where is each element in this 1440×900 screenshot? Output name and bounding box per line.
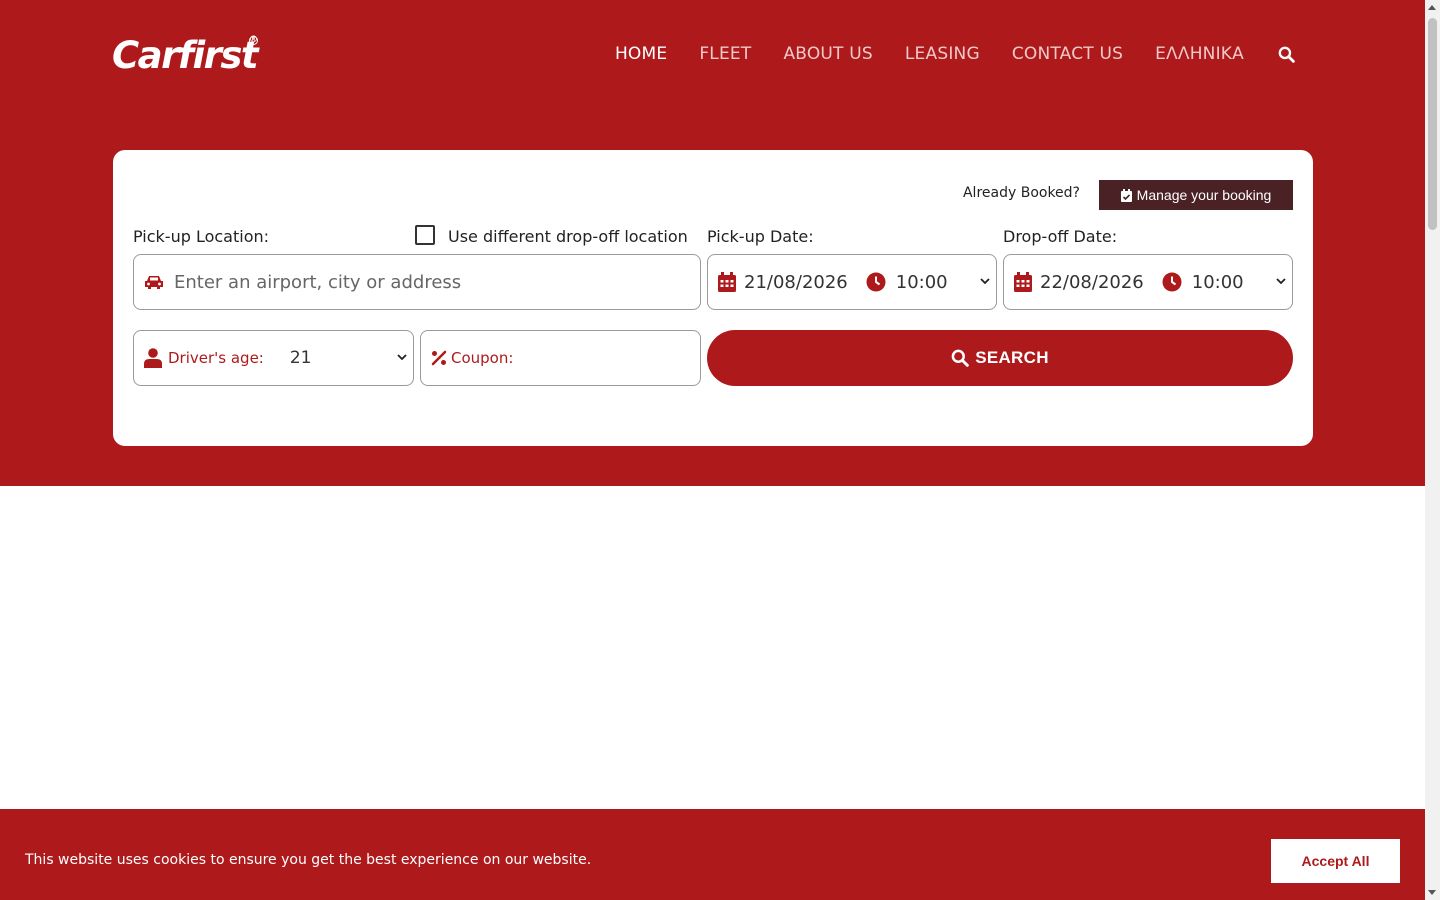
driver-age-label: Driver's age: <box>168 349 264 367</box>
cookie-text: This website uses cookies to ensure you … <box>25 852 592 868</box>
calendar-icon <box>718 272 736 292</box>
vertical-scrollbar[interactable] <box>1425 0 1440 900</box>
pickup-date-field[interactable]: 21/08/2026 10:00 <box>707 254 997 310</box>
dropoff-date-value[interactable]: 22/08/2026 <box>1040 272 1144 293</box>
search-icon <box>951 349 969 367</box>
main-nav: HOME FLEET ABOUT US LEASING CONTACT US Ε… <box>583 42 1295 66</box>
clock-icon <box>1162 272 1182 292</box>
clock-icon <box>866 272 886 292</box>
nav-about-us[interactable]: ABOUT US <box>783 44 872 64</box>
nav-contact-us[interactable]: CONTACT US <box>1012 44 1123 64</box>
hero-section: Carfirst ® HOME FLEET ABOUT US LEASING C… <box>0 0 1425 486</box>
scrollbar-thumb[interactable] <box>1428 18 1437 230</box>
already-booked-text: Already Booked? <box>962 185 1080 201</box>
nav-home[interactable]: HOME <box>615 44 667 64</box>
pickup-location-placeholder: Enter an airport, city or address <box>174 271 462 293</box>
different-dropoff-label[interactable]: Use different drop-off location <box>448 227 688 246</box>
pickup-location-input[interactable]: Enter an airport, city or address <box>133 254 701 310</box>
chevron-down-icon <box>1276 278 1286 285</box>
chevron-down-icon <box>980 278 990 285</box>
registered-mark: ® <box>249 35 258 45</box>
nav-fleet[interactable]: FLEET <box>699 44 751 64</box>
driver-age-select[interactable]: Driver's age: 21 <box>133 330 414 386</box>
pickup-time-select[interactable]: 10:00 <box>896 272 948 293</box>
percent-icon <box>431 350 447 366</box>
different-dropoff-checkbox[interactable] <box>415 225 435 245</box>
dropoff-date-label: Drop-off Date: <box>1003 227 1118 246</box>
user-icon <box>144 348 162 368</box>
cookie-banner: This website uses cookies to ensure you … <box>0 809 1425 900</box>
pickup-location-label: Pick-up Location: <box>133 227 270 246</box>
accept-all-button[interactable]: Accept All <box>1271 839 1400 883</box>
car-icon <box>145 276 163 289</box>
chevron-down-icon <box>397 354 407 361</box>
coupon-label: Coupon: <box>451 349 514 367</box>
manage-booking-label: Manage your booking <box>1136 187 1272 203</box>
booking-form: Already Booked? Manage your booking Pick… <box>113 150 1313 446</box>
pickup-date-label: Pick-up Date: <box>707 227 814 246</box>
calendar-icon <box>1014 272 1032 292</box>
dropoff-date-field[interactable]: 22/08/2026 10:00 <box>1003 254 1293 310</box>
logo[interactable]: Carfirst <box>112 34 259 78</box>
search-button-label: SEARCH <box>975 348 1049 367</box>
nav-leasing[interactable]: LEASING <box>905 44 980 64</box>
driver-age-value[interactable]: 21 <box>290 348 312 368</box>
pickup-date-value[interactable]: 21/08/2026 <box>744 272 848 293</box>
nav-language-greek[interactable]: ΕΛΛΗΝΙΚΑ <box>1155 44 1244 64</box>
search-button[interactable]: SEARCH <box>707 330 1293 386</box>
dropoff-time-select[interactable]: 10:00 <box>1192 272 1244 293</box>
scroll-up-arrow-icon[interactable] <box>1428 5 1436 10</box>
calendar-check-icon <box>1120 188 1132 202</box>
manage-booking-button[interactable]: Manage your booking <box>1099 180 1293 210</box>
coupon-input[interactable]: Coupon: <box>420 330 701 386</box>
scroll-down-arrow-icon[interactable] <box>1428 890 1436 895</box>
search-icon[interactable] <box>1278 46 1295 63</box>
